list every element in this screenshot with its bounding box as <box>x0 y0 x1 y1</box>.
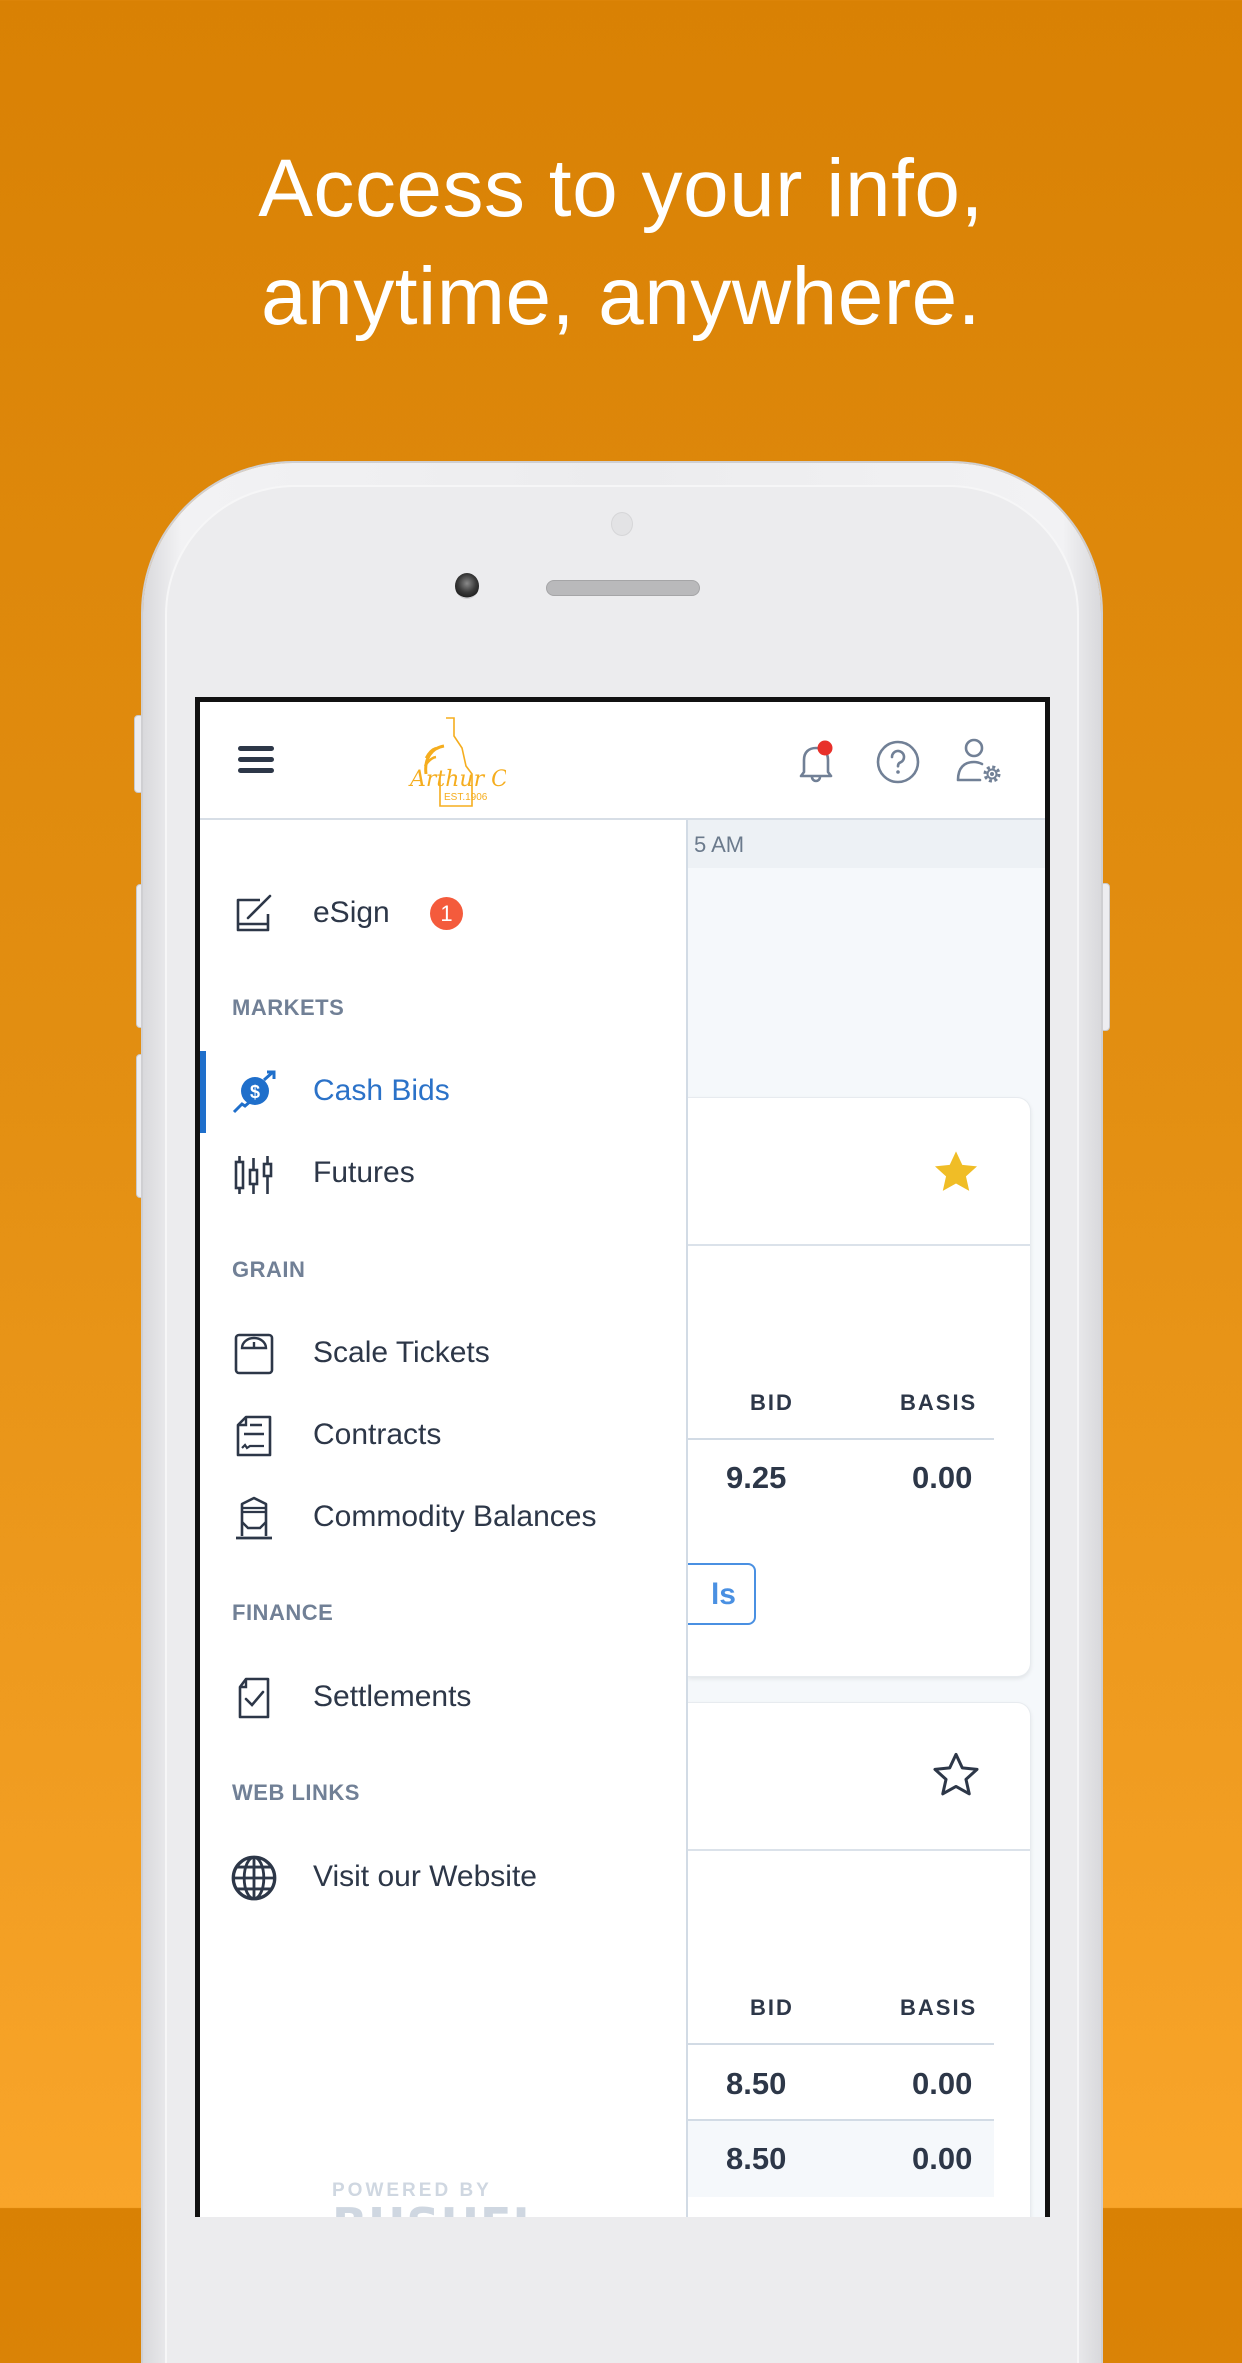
card-header <box>688 1098 1030 1246</box>
menu-item-label: Settlements <box>313 1680 472 1713</box>
favorite-star-filled-icon[interactable] <box>930 1146 982 1198</box>
table-divider <box>688 1438 994 1440</box>
menu-item-esign[interactable]: eSign 1 <box>200 877 686 947</box>
globe-icon <box>231 1855 277 1901</box>
menu-item-label: Scale Tickets <box>313 1336 490 1369</box>
column-header-basis: BASIS <box>900 1995 978 2020</box>
timestamp-bar: 5 AM <box>688 820 1045 868</box>
logo-name: Arthur Co. <box>408 767 506 792</box>
phone-power-button <box>1100 883 1110 1031</box>
help-icon[interactable] <box>872 736 924 788</box>
menu-item-futures[interactable]: Futures <box>200 1137 686 1207</box>
silo-icon <box>236 1496 272 1540</box>
notification-dot <box>817 740 833 756</box>
earpiece-speaker <box>546 580 700 596</box>
svg-text:$: $ <box>250 1082 260 1102</box>
bid-value: 8.50 <box>726 2066 787 2101</box>
menu-item-label: Cash Bids <box>313 1074 450 1107</box>
esign-icon <box>236 894 272 932</box>
section-header-markets: MARKETS <box>232 995 345 1020</box>
scale-icon <box>234 1333 274 1375</box>
column-header-bid: BID <box>750 1390 794 1415</box>
arthur-co-logo: Arthur Co. EST.1906 <box>408 717 506 807</box>
settlement-icon <box>238 1677 270 1719</box>
active-indicator <box>200 1051 206 1133</box>
column-header-bid: BID <box>750 1995 794 2020</box>
app-header: Arthur Co. EST.1906 <box>200 702 1045 820</box>
front-camera <box>455 573 479 599</box>
bid-card: BID BASIS 8.50 0.00 8.50 0.00 <box>688 1702 1031 2217</box>
navigation-drawer: eSign 1 MARKETS $ Cash Bids Futures GRAI… <box>200 820 688 2217</box>
hamburger-icon[interactable] <box>238 746 274 774</box>
phone-screen: 5 AM BID BASIS 9.25 0.00 ls BID BASIS 8.… <box>195 697 1050 2217</box>
bell-icon[interactable] <box>790 736 842 788</box>
basis-value: 0.00 <box>912 2141 973 2176</box>
bid-value: 9.25 <box>726 1460 787 1495</box>
menu-item-label: Visit our Website <box>313 1860 537 1893</box>
bushel-logo: BUSHEL <box>332 2202 542 2217</box>
app-screen: 5 AM BID BASIS 9.25 0.00 ls BID BASIS 8.… <box>200 702 1045 2217</box>
section-header-web-links: WEB LINKS <box>232 1780 360 1805</box>
user-settings-icon[interactable] <box>952 736 1008 788</box>
powered-by-bushel: POWERED BY BUSHEL <box>332 2180 542 2217</box>
proximity-sensor <box>611 512 633 536</box>
cash-bids-icon: $ <box>232 1070 276 1114</box>
section-header-grain: GRAIN <box>232 1257 306 1282</box>
bid-value: 8.50 <box>726 2141 787 2176</box>
headline-line-2: anytime, anywhere. <box>260 251 981 342</box>
favorite-star-outline-icon[interactable] <box>930 1749 982 1801</box>
menu-item-commodity-balances[interactable]: Commodity Balances <box>200 1481 686 1551</box>
headline: Access to your info, anytime, anywhere. <box>0 135 1242 351</box>
menu-item-scale-tickets[interactable]: Scale Tickets <box>200 1317 686 1387</box>
details-button-label: ls <box>710 1578 736 1611</box>
menu-item-label: eSign <box>313 896 390 929</box>
esign-count-badge: 1 <box>430 897 463 930</box>
headline-line-1: Access to your info, <box>258 143 984 234</box>
menu-item-visit-website[interactable]: Visit our Website <box>200 1841 686 1911</box>
menu-item-label: Contracts <box>313 1418 442 1451</box>
menu-item-settlements[interactable]: Settlements <box>200 1661 686 1731</box>
cash-bids-content: 5 AM BID BASIS 9.25 0.00 ls BID BASIS 8.… <box>658 820 1045 2217</box>
column-header-basis: BASIS <box>900 1390 978 1415</box>
bid-card: BID BASIS 9.25 0.00 ls <box>658 1097 1031 1677</box>
menu-item-cash-bids[interactable]: $ Cash Bids <box>200 1051 686 1133</box>
section-header-finance: FINANCE <box>232 1600 334 1625</box>
timestamp-text: 5 AM <box>694 832 745 857</box>
futures-icon <box>234 1156 273 1194</box>
basis-value: 0.00 <box>912 1460 973 1495</box>
menu-item-label: Futures <box>313 1156 415 1189</box>
logo-tagline: EST.1906 <box>444 792 488 803</box>
card-header <box>688 1703 1030 1851</box>
menu-item-contracts[interactable]: Contracts <box>200 1399 686 1469</box>
menu-item-label: Commodity Balances <box>313 1500 597 1533</box>
table-divider <box>688 2043 994 2045</box>
basis-value: 0.00 <box>912 2066 973 2101</box>
contract-icon <box>236 1415 272 1457</box>
